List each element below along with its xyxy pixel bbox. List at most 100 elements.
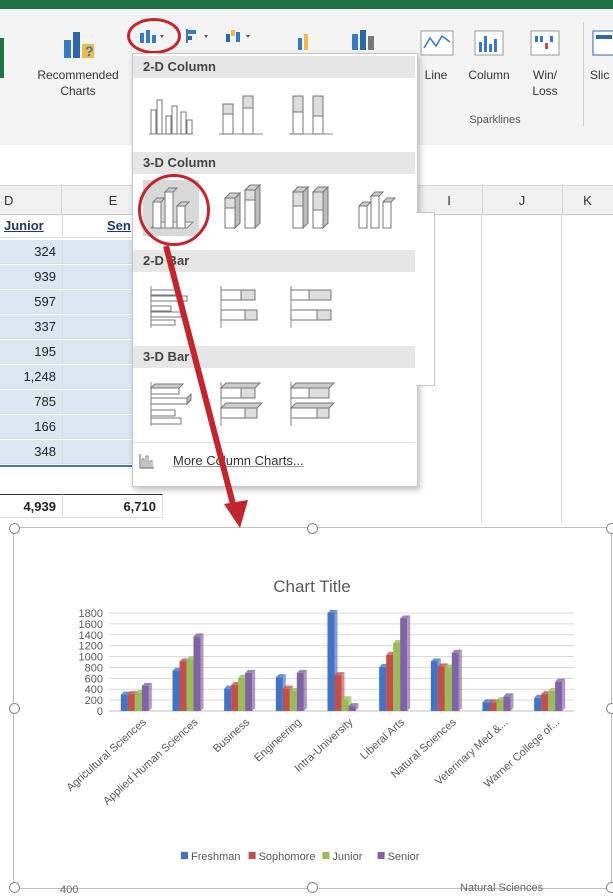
pivot-chart-icon [298, 34, 308, 50]
resize-handle-bl[interactable] [9, 882, 20, 893]
col-header-d[interactable]: D [0, 186, 62, 214]
resize-handle-br[interactable] [606, 882, 613, 893]
recommended-charts-button[interactable]: ? Recommended Charts [26, 18, 130, 110]
y-tick-label: 600 [85, 673, 103, 685]
col-header-j[interactable]: J [482, 186, 563, 214]
more-column-charts-button[interactable]: More Column Charts... [133, 442, 415, 479]
cell-d-1[interactable]: 324 [0, 240, 63, 264]
sparkline-line-button[interactable]: Line [416, 26, 456, 92]
resize-handle-bm[interactable] [307, 882, 318, 893]
resize-handle-ml[interactable] [9, 703, 20, 714]
bar-sophomore-1 [179, 661, 187, 711]
cell-d-6[interactable]: 1,248 [0, 365, 63, 389]
slicer-label: Slic [590, 68, 610, 82]
bar-senior-0 [141, 685, 149, 711]
legend-label-freshman: Freshman [191, 851, 241, 863]
bar-sophomore-8 [541, 694, 549, 711]
legend-swatch-junior [322, 852, 330, 859]
bar-junior-1 [186, 659, 194, 711]
bar-freshman-7 [482, 702, 490, 711]
bar-junior-3 [289, 690, 297, 711]
stacked-column-option[interactable] [213, 86, 269, 142]
svg-text:?: ? [85, 43, 94, 59]
recommended-charts-label-2: Charts [60, 84, 96, 98]
section-3d-bar: 3-D Bar [133, 346, 415, 368]
bar-senior-2 [245, 672, 253, 711]
bar-freshman-0 [120, 694, 128, 711]
clustered-column-option[interactable] [143, 86, 199, 142]
3d-clustered-bar-option[interactable] [143, 376, 199, 432]
bar-sophomore-7 [489, 702, 497, 711]
bar-junior-5 [393, 642, 401, 711]
bar-junior-7 [496, 700, 504, 711]
section-3d-column: 3-D Column [133, 152, 415, 174]
chart-title[interactable]: Chart Title [273, 577, 350, 596]
waterfall-chart-dropdown-button[interactable] [222, 26, 258, 46]
stacked-bar-icon [220, 286, 258, 328]
resize-handle-tl[interactable] [9, 523, 20, 534]
3d-stacked-bar-option[interactable] [213, 376, 269, 432]
3d-column-option[interactable] [351, 180, 407, 236]
ribbon-edge-mark [0, 38, 4, 78]
ribbon-accent-line [0, 0, 613, 9]
cell-d-2[interactable]: 939 [0, 265, 63, 289]
x-axis-categories: Agricultural SciencesApplied Human Scien… [64, 716, 562, 807]
100-stacked-column-option[interactable] [283, 86, 339, 142]
sparkline-column-button[interactable]: Column [458, 26, 520, 92]
cell-d-7[interactable]: 785 [0, 390, 63, 414]
100-stacked-bar-option[interactable] [283, 278, 339, 334]
bar-sophomore-3 [282, 688, 290, 711]
chart-plot: Chart Title 0200400600800100012001400160… [64, 577, 574, 863]
clustered-bar-option[interactable] [143, 278, 199, 334]
clustered-bar-icon [150, 286, 188, 328]
section-2d-column: 2-D Column [133, 56, 415, 78]
bar-senior-3 [296, 672, 304, 711]
bar-freshman-4 [327, 613, 335, 711]
sparkline-winloss-button[interactable]: Win/ Loss [522, 26, 568, 106]
stacked-bar-option[interactable] [213, 278, 269, 334]
recommended-charts-label-1: Recommended [37, 68, 119, 82]
hierarchy-chart-icon [186, 29, 208, 43]
embedded-chart[interactable]: Chart Title 0 200 400 600 800 1000 1200 1400 160… [9, 523, 613, 893]
y-tick-label: 400 [85, 684, 103, 696]
bar-senior-5 [400, 618, 408, 711]
cell-d-total[interactable]: 4,939 [0, 494, 63, 518]
legend-swatch-sophomore [248, 852, 256, 859]
cell-d-5[interactable]: 195 [0, 340, 63, 364]
bar-junior-4 [341, 699, 349, 711]
more-charts-icon [139, 454, 154, 469]
clustered-column-icon [149, 99, 193, 135]
3d-100-stacked-bar-icon [289, 382, 336, 426]
bar-senior-6 [451, 652, 459, 711]
cell-d-8[interactable]: 166 [0, 415, 63, 439]
resize-handle-tm[interactable] [307, 523, 318, 534]
y-tick-label: 200 [85, 695, 103, 707]
cell-d-header[interactable]: Junior [0, 214, 63, 238]
pivot-chart-button[interactable] [296, 30, 320, 54]
bar-senior-8 [555, 681, 563, 711]
bar-junior-2 [238, 677, 246, 711]
cell-d-4[interactable]: 337 [0, 315, 63, 339]
slicer-button[interactable]: Slic [588, 26, 613, 92]
cell-d-3[interactable]: 597 [0, 290, 63, 314]
3d-stacked-column-option[interactable] [215, 180, 271, 236]
col-header-k[interactable]: K [562, 186, 613, 214]
3d-map-button[interactable] [350, 28, 380, 54]
x-category-label: Liberal Arts [358, 716, 407, 762]
bar-side [458, 649, 462, 711]
3d-stacked-column-icon [223, 183, 262, 230]
bar-sophomore-2 [231, 684, 239, 711]
bar-freshman-3 [275, 677, 283, 711]
3d-100-stacked-column-option[interactable] [283, 180, 339, 236]
sparkline-line-label: Line [424, 68, 448, 82]
cell-d-9[interactable]: 348 [0, 440, 63, 464]
cell-e-total[interactable]: 6,710 [63, 494, 163, 518]
chart-bars [120, 610, 566, 711]
underlying-chart-axis-label: 400 [60, 884, 79, 896]
3d-100-stacked-bar-option[interactable] [283, 376, 339, 432]
column-chart-gallery: 2-D Column 3-D Column 2-D Bar 3-D Bar Mo… [132, 53, 418, 487]
bar-chart-dropdown-button[interactable] [182, 26, 218, 46]
col-header-i[interactable]: I [416, 186, 483, 214]
resize-handle-mr[interactable] [606, 703, 613, 714]
resize-handle-tr[interactable] [606, 523, 613, 534]
